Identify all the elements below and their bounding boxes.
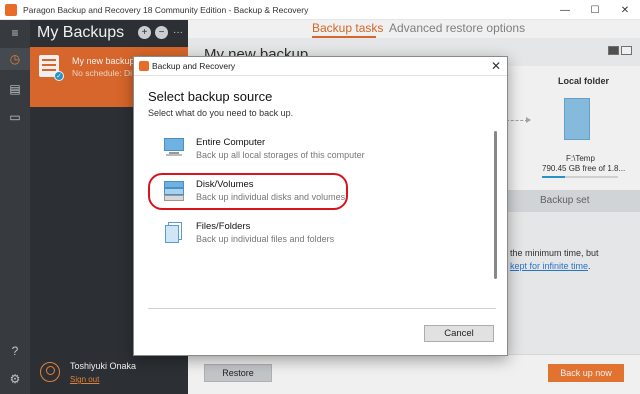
source-options-list: Entire Computer Back up all local storag… [148,127,496,307]
dialog-titlebar: Backup and Recovery ✕ [134,57,507,76]
option-description: Back up all local storages of this compu… [196,150,365,160]
window-controls: — ☐ ✕ [550,0,640,20]
option-entire-computer[interactable]: Entire Computer Back up all local storag… [148,133,478,169]
option-files-folders[interactable]: Files/Folders Back up individual files a… [148,217,478,253]
options-scrollbar[interactable] [494,131,497,279]
maximize-button[interactable]: ☐ [580,0,610,20]
files-icon [162,221,186,243]
app-icon [5,3,17,16]
window-title: Paragon Backup and Recovery 18 Community… [23,4,309,15]
option-label: Files/Folders [196,221,251,232]
window-titlebar: Paragon Backup and Recovery 18 Community… [0,0,640,20]
minimize-button[interactable]: — [550,0,580,20]
dialog-separator [148,308,496,309]
select-source-dialog: Backup and Recovery ✕ Select backup sour… [133,56,508,356]
option-description: Back up individual files and folders [196,234,335,244]
highlight-ring [148,173,348,210]
computer-icon [162,137,186,159]
dialog-close-icon[interactable]: ✕ [491,59,501,73]
cancel-button[interactable]: Cancel [424,325,494,342]
option-label: Entire Computer [196,137,266,148]
dialog-title: Backup and Recovery [152,61,236,71]
dialog-subheading: Select what do you need to back up. [148,108,294,118]
dialog-heading: Select backup source [148,89,273,104]
close-window-button[interactable]: ✕ [610,0,640,20]
dialog-app-icon [139,61,149,71]
